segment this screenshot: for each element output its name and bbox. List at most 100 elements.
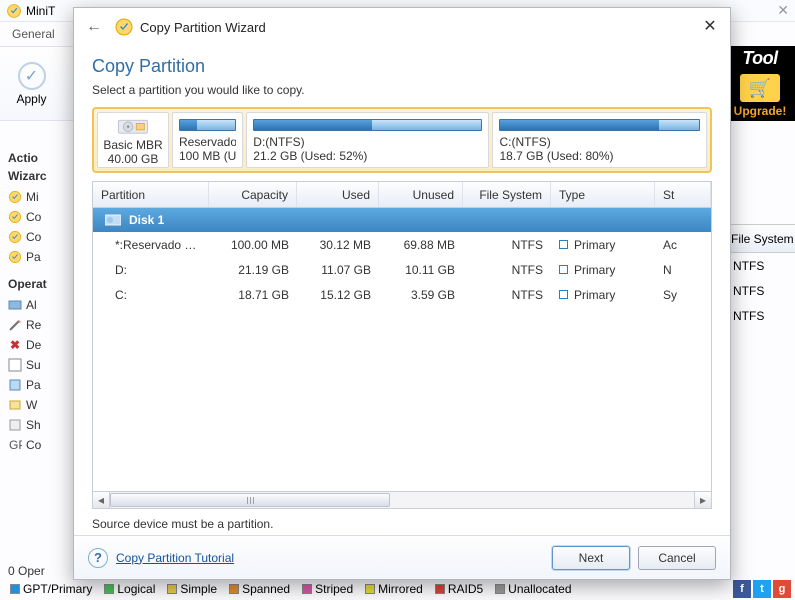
upgrade-panel[interactable]: Tool 🛒 Upgrade!: [725, 46, 795, 121]
operation-item-label: Sh: [26, 418, 41, 432]
partition-legend: GPT/Primary Logical Simple Spanned Strip…: [10, 580, 785, 598]
primary-color-swatch: [559, 290, 568, 299]
wizard-item-label: Mi: [26, 190, 39, 204]
operation-item[interactable]: W: [8, 395, 76, 415]
apply-label: Apply: [16, 92, 46, 106]
operation-item[interactable]: ✖ De: [8, 335, 76, 355]
th-partition[interactable]: Partition: [93, 182, 209, 207]
operation-item-icon: [8, 298, 22, 312]
facebook-icon[interactable]: f: [733, 580, 751, 598]
partition-usage-label: 100 MB (Used:: [179, 149, 236, 163]
legend-label: Simple: [180, 582, 217, 596]
wizard-item[interactable]: Co: [8, 207, 76, 227]
operation-item-icon: GPT: [8, 438, 22, 452]
menu-general[interactable]: General: [12, 27, 55, 41]
scroll-track[interactable]: [110, 492, 694, 508]
scroll-thumb[interactable]: [110, 493, 390, 507]
partition-name: C:(NTFS): [499, 135, 700, 149]
wizard-item-icon: [8, 230, 22, 244]
operation-item-icon: [8, 398, 22, 412]
cell-filesystem: NTFS: [463, 288, 551, 302]
table-header: Partition Capacity Used Unused File Syst…: [93, 182, 711, 208]
disk-summary[interactable]: Basic MBR 40.00 GB: [97, 112, 169, 168]
actions-heading: Actio: [8, 151, 76, 165]
th-used[interactable]: Used: [297, 182, 379, 207]
legend-item: Simple: [167, 582, 217, 596]
primary-color-swatch: [559, 240, 568, 249]
legend-item: RAID5: [435, 582, 483, 596]
primary-color-swatch: [559, 265, 568, 274]
table-row[interactable]: *:Reservado p... 100.00 MB 30.12 MB 69.8…: [93, 232, 711, 257]
wizards-heading: Wizarc: [8, 169, 76, 183]
fs-column-header: File System: [727, 225, 795, 253]
next-button[interactable]: Next: [552, 546, 630, 570]
disk-map-partition[interactable]: D:(NTFS) 21.2 GB (Used: 52%): [246, 112, 489, 168]
wizard-item[interactable]: Pa: [8, 247, 76, 267]
operation-item[interactable]: Re: [8, 315, 76, 335]
th-type[interactable]: Type: [551, 182, 655, 207]
th-capacity[interactable]: Capacity: [209, 182, 297, 207]
th-filesystem[interactable]: File System: [463, 182, 551, 207]
operation-item[interactable]: Pa: [8, 375, 76, 395]
google-plus-icon[interactable]: g: [773, 580, 791, 598]
tutorial-link[interactable]: Copy Partition Tutorial: [116, 551, 234, 565]
close-button[interactable]: ✕: [700, 16, 720, 36]
partition-table: Partition Capacity Used Unused File Syst…: [92, 181, 712, 491]
operation-item[interactable]: Al: [8, 295, 76, 315]
copy-partition-wizard-dialog: ← Copy Partition Wizard ✕ Copy Partition…: [73, 7, 731, 580]
cell-type: Primary: [551, 288, 655, 302]
operation-item-label: Pa: [26, 378, 41, 392]
operation-item-label: Su: [26, 358, 41, 372]
legend-label: Striped: [315, 582, 353, 596]
th-unused[interactable]: Unused: [379, 182, 463, 207]
usage-bar: [499, 119, 700, 131]
legend-swatch: [104, 584, 114, 594]
apply-button[interactable]: ✓ Apply: [4, 47, 59, 120]
scroll-right-icon[interactable]: ▸: [694, 492, 711, 508]
bg-window-title: MiniT: [26, 4, 55, 18]
operation-item-label: Re: [26, 318, 41, 332]
table-row[interactable]: C: 18.71 GB 15.12 GB 3.59 GB NTFS Primar…: [93, 282, 711, 307]
help-icon[interactable]: ?: [88, 548, 108, 568]
svg-text:GPT: GPT: [9, 438, 22, 452]
operation-item[interactable]: Su: [8, 355, 76, 375]
disk-map-partition[interactable]: C:(NTFS) 18.7 GB (Used: 80%): [492, 112, 707, 168]
usage-bar: [179, 119, 236, 131]
scroll-left-icon[interactable]: ◂: [93, 492, 110, 508]
dialog-footer: ? Copy Partition Tutorial Next Cancel: [74, 535, 730, 579]
disk-type-label: Basic MBR: [103, 138, 162, 149]
legend-item: GPT/Primary: [10, 582, 92, 596]
operation-item-icon: ✖: [8, 338, 22, 352]
cell-partition: *:Reservado p...: [93, 238, 209, 252]
legend-swatch: [495, 584, 505, 594]
cancel-button[interactable]: Cancel: [638, 546, 716, 570]
table-row[interactable]: D: 21.19 GB 11.07 GB 10.11 GB NTFS Prima…: [93, 257, 711, 282]
legend-label: Mirrored: [378, 582, 423, 596]
cell-unused: 69.88 MB: [379, 238, 463, 252]
wizard-item[interactable]: Mi: [8, 187, 76, 207]
disk-group-label: Disk 1: [129, 213, 164, 227]
cell-status: Sy: [655, 288, 711, 302]
bg-sidebar: Actio Wizarc Mi Co Co Pa Operat Al Re ✖ …: [0, 145, 80, 580]
legend-label: Spanned: [242, 582, 290, 596]
usage-bar: [253, 119, 482, 131]
horizontal-scrollbar[interactable]: ◂ ▸: [92, 491, 712, 509]
cell-capacity: 21.19 GB: [209, 263, 297, 277]
disk-map-partition[interactable]: Reservado pel 100 MB (Used:: [172, 112, 243, 168]
back-button[interactable]: ←: [84, 17, 104, 37]
operation-item[interactable]: GPT Co: [8, 435, 76, 455]
operation-item[interactable]: Sh: [8, 415, 76, 435]
legend-item: Unallocated: [495, 582, 571, 596]
fs-cell: NTFS: [727, 278, 795, 303]
wizard-item-label: Co: [26, 230, 41, 244]
operation-item-label: Co: [26, 438, 41, 452]
bg-window-close-icon[interactable]: ✕: [777, 2, 789, 19]
legend-swatch: [435, 584, 445, 594]
partition-name: Reservado pel: [179, 135, 236, 149]
fs-cell: NTFS: [727, 253, 795, 278]
twitter-icon[interactable]: t: [753, 580, 771, 598]
th-status[interactable]: St: [655, 182, 711, 207]
cell-capacity: 18.71 GB: [209, 288, 297, 302]
wizard-item[interactable]: Co: [8, 227, 76, 247]
disk-group-row[interactable]: Disk 1: [93, 208, 711, 232]
